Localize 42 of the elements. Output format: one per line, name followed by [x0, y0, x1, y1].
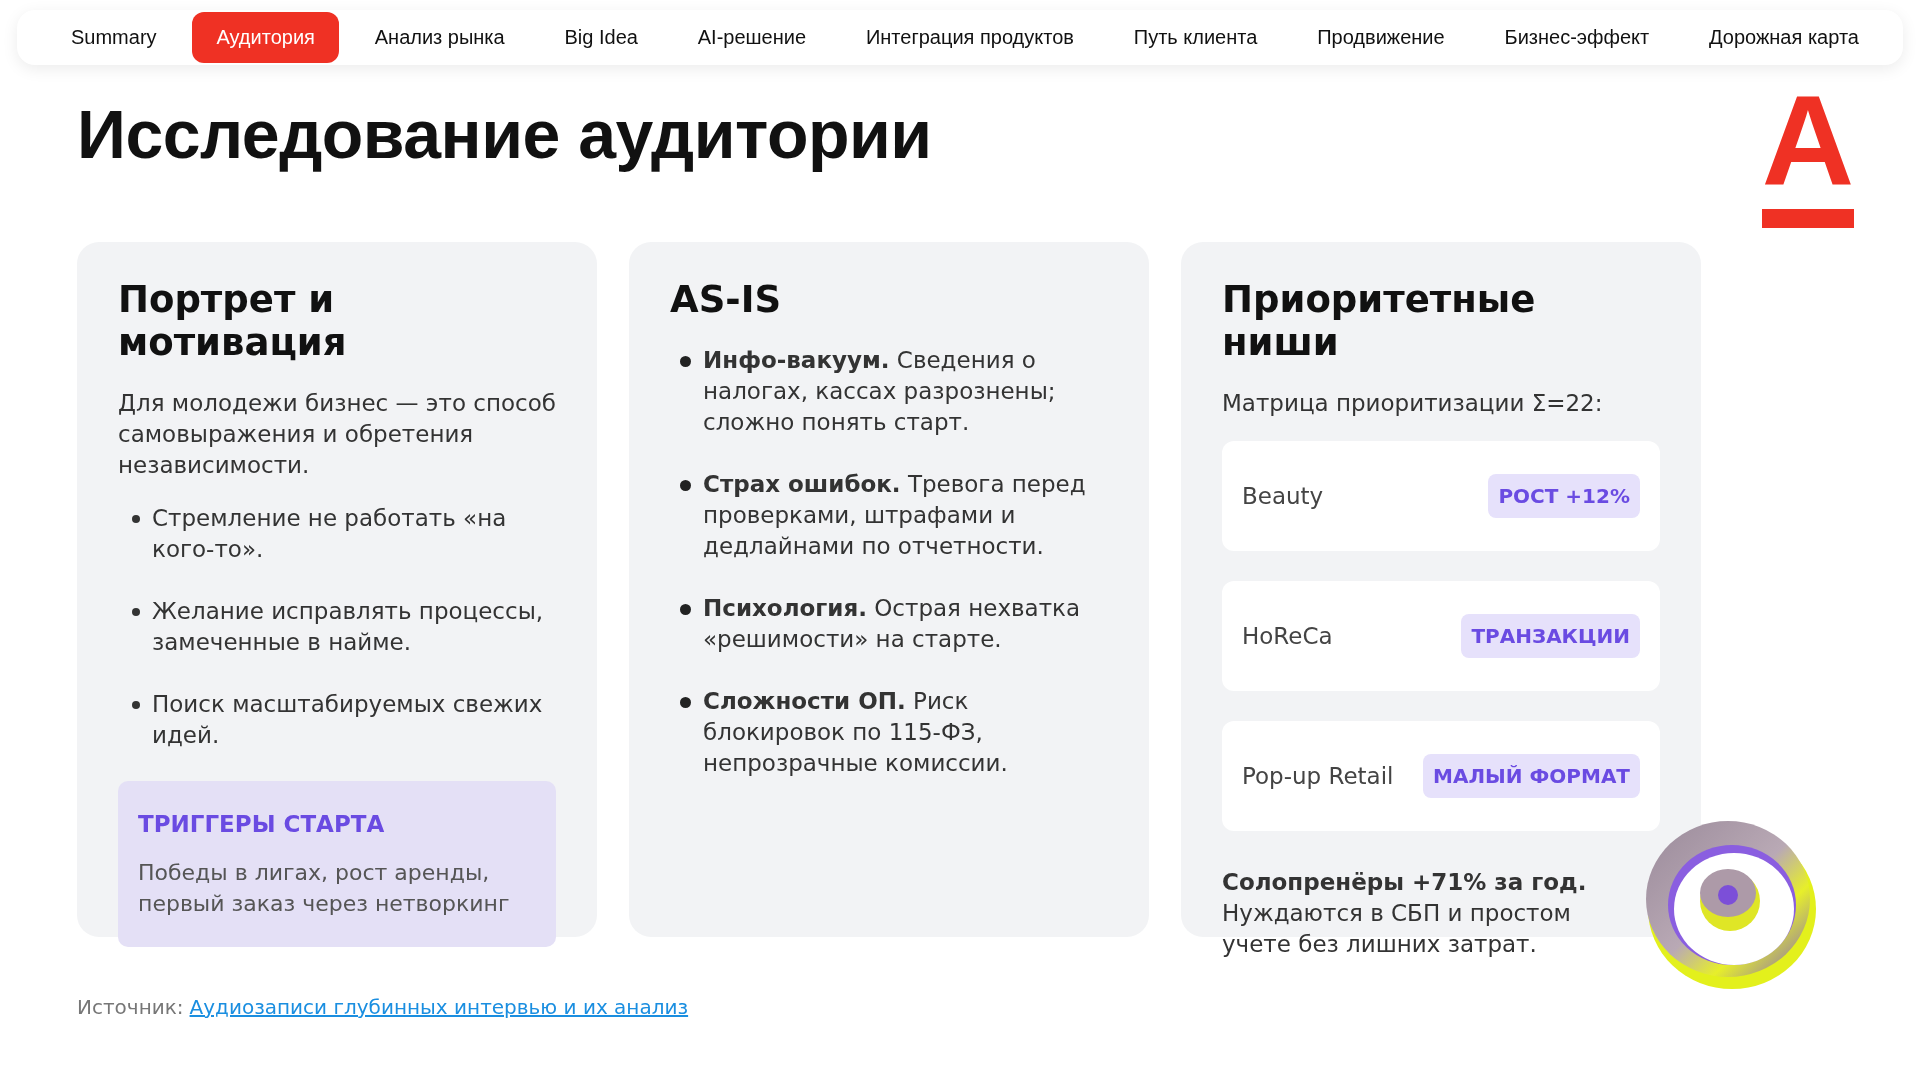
bullet-text: Стремление не работать «на кого-то».: [152, 504, 508, 564]
intro-text: Матрица приоритизации Σ=22:: [1222, 389, 1604, 418]
bullet-icon: [132, 701, 140, 709]
bullet-icon: [680, 480, 691, 491]
bullet-icon: [132, 515, 140, 523]
bullet-text: Желание исправлять процессы, замеченные в найме.: [152, 597, 545, 657]
bullet-icon: [680, 356, 691, 367]
niche-tag: РОСТ +12%: [1488, 474, 1640, 518]
callout-title: ТРИГГЕРЫ СТАРТА: [138, 811, 386, 837]
nav-tab[interactable]: Дорожная карта: [1685, 12, 1883, 63]
nav-tab[interactable]: Big Idea: [540, 12, 662, 63]
bullet-text: Страх ошибок. Тревога перед проверками, штрафами и дедлайнами по отчетности.: [703, 470, 1087, 561]
niche-name: Pop-up Retail: [1242, 763, 1394, 789]
bullet-text: Психология. Острая нехватка «решимости» на старте.: [703, 594, 1082, 654]
bullet-icon: [680, 697, 691, 708]
nav-tab[interactable]: Бизнес-эффект: [1480, 12, 1674, 63]
niche-tag: МАЛЫЙ ФОРМАТ: [1423, 754, 1640, 798]
bullet-icon: [680, 604, 691, 615]
bullet-text: Сложности ОП. Риск блокировок по 115-ФЗ, непрозрачные комиссии.: [703, 687, 1009, 778]
bullet-icon: [132, 608, 140, 616]
callout-text: Победы в лигах, рост аренды, первый заказ через нетворкинг: [138, 859, 511, 918]
niche-name: Beauty: [1242, 483, 1324, 509]
nav-tab[interactable]: AI-решение: [673, 12, 831, 63]
bullet-text: Инфо-вакуум. Сведения о налогах, кассах разрознены; сложно понять старт.: [703, 346, 1057, 437]
nav-tab[interactable]: Аудитория: [192, 12, 339, 63]
source-label: Источник:: [77, 995, 184, 1019]
note-text: Солопренёры +71% за год. Нуждаются в СБП и простом учете без лишних затрат.: [1222, 868, 1588, 959]
nav-tab[interactable]: Анализ рынка: [350, 12, 529, 63]
card-title: Приоритетные ниши: [1222, 278, 1537, 364]
intro-text: Для молодежи бизнес — это способ самовыражения и обретения независимости.: [118, 389, 556, 480]
niche-name: HoReCa: [1242, 623, 1333, 649]
card-title: AS-IS: [670, 278, 783, 321]
source-link[interactable]: Аудиозаписи глубинных интервью и их анализ: [189, 995, 689, 1019]
logo: А: [1758, 77, 1858, 228]
niche-tag: ТРАНЗАКЦИИ: [1461, 614, 1640, 658]
card-title: Портрет и мотивация: [118, 278, 348, 364]
nav-tab[interactable]: Интеграция продуктов: [841, 12, 1098, 63]
nav-tab[interactable]: Путь клиента: [1109, 12, 1282, 63]
nav-tab[interactable]: Summary: [47, 12, 181, 63]
page-title: Исследование аудитории: [77, 95, 932, 174]
bullet-text: Поиск масштабируемых свежих идей.: [152, 690, 544, 750]
nav-tab[interactable]: Продвижение: [1293, 12, 1469, 63]
